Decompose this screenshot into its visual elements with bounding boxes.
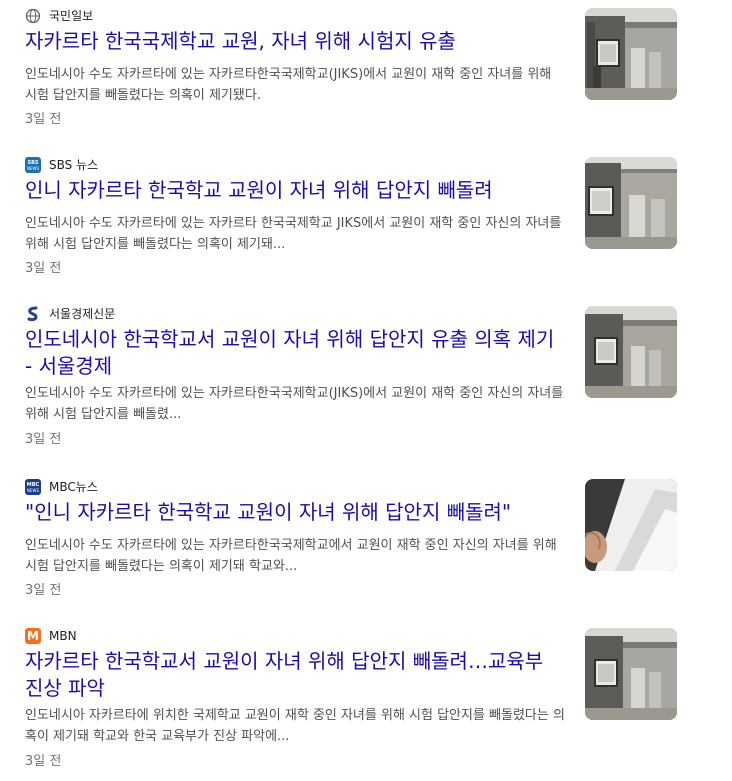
news-source: 서울경제신문	[25, 306, 115, 322]
headline-link[interactable]: "인니 자카르타 한국학교 교원이 자녀 위해 답안지 빼돌려"	[25, 499, 560, 526]
news-source: MBC NEWS MBC뉴스	[25, 479, 98, 495]
timestamp: 3일 전	[25, 112, 62, 127]
timestamp: 3일 전	[25, 754, 62, 769]
headline-link[interactable]: 인니 자카르타 한국학교 교원이 자녀 위해 답안지 빼돌려	[25, 177, 560, 204]
thumbnail-school-gate[interactable]	[585, 628, 677, 720]
news-source: SBS NEWS SBS 뉴스	[25, 157, 98, 173]
mbc-news-logo-icon: MBC NEWS	[25, 479, 41, 495]
thumbnail-school-gate[interactable]	[585, 8, 677, 100]
headline-link[interactable]: 자카르타 한국학교서 교원이 자녀 위해 답안지 빼돌려…교육부 진상 파악	[25, 648, 560, 702]
timestamp: 3일 전	[25, 261, 62, 276]
snippet: 인도네시아 수도 자카르타에 있는 자카르타한국국제학교(JIKS)에서 교원이…	[25, 67, 552, 103]
mbc-logo-subtext: NEWS	[26, 487, 39, 493]
globe-icon	[25, 8, 41, 24]
snippet: 인도네시아 수도 자카르타에 있는 자카르타한국국제학교에서 교원이 재학 중인…	[25, 538, 557, 574]
source-name: 서울경제신문	[49, 307, 116, 321]
headline-link[interactable]: 자카르타 한국국제학교 교원, 자녀 위해 시험지 유출	[25, 28, 560, 55]
snippet: 인도네시아 수도 자카르타에 있는 자카르타한국국제학교(JIKS)에서 교원이…	[25, 386, 564, 422]
sbs-logo-subtext: NEWS	[26, 165, 39, 171]
mbn-logo-icon: M	[25, 628, 41, 644]
snippet: 인도네시아 수도 자카르타에 있는 자카르타 한국국제학교 JIKS에서 교원이…	[25, 216, 562, 252]
headline-link[interactable]: 인도네시아 한국학교서 교원이 자녀 위해 답안지 유출 의혹 제기 - 서울경…	[25, 326, 560, 380]
source-name: MBN	[49, 629, 77, 643]
thumbnail-paper-sheets[interactable]	[585, 479, 677, 571]
source-name: SBS 뉴스	[49, 158, 99, 172]
thumbnail-school-gate[interactable]	[585, 157, 677, 249]
source-name: 국민일보	[49, 9, 94, 23]
timestamp: 3일 전	[25, 583, 62, 598]
mbn-logo-text: M	[27, 629, 39, 643]
source-name: MBC뉴스	[49, 480, 98, 494]
sbs-news-logo-icon: SBS NEWS	[25, 157, 41, 173]
news-results-list: 국민일보 자카르타 한국국제학교 교원, 자녀 위해 시험지 유출 인도네시아 …	[0, 0, 732, 781]
seoul-economic-logo-icon	[25, 306, 41, 322]
snippet: 인도네시아 자카르타에 위치한 국제학교 교원이 재학 중인 자녀를 위해 시험…	[25, 708, 565, 744]
news-source: M MBN	[25, 628, 77, 644]
timestamp: 3일 전	[25, 432, 62, 447]
thumbnail-school-gate[interactable]	[585, 306, 677, 398]
news-source: 국민일보	[25, 8, 93, 24]
